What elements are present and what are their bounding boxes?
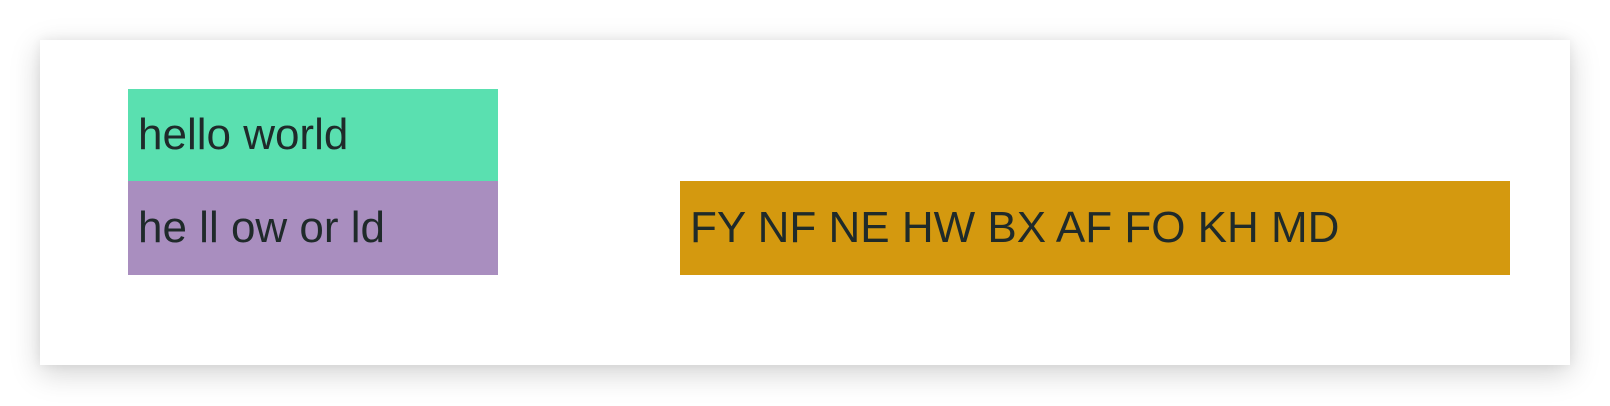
text-box-split-hello-world: he ll ow or ld bbox=[128, 181, 498, 275]
text-box-label: he ll ow or ld bbox=[138, 203, 386, 252]
text-box-label: hello world bbox=[138, 110, 349, 159]
text-box-letter-pairs: FY NF NE HW BX AF FO KH MD bbox=[680, 181, 1510, 275]
white-canvas-panel: hello world he ll ow or ld FY NF NE HW B… bbox=[40, 40, 1570, 365]
text-box-label: FY NF NE HW BX AF FO KH MD bbox=[690, 203, 1340, 252]
text-box-hello-world: hello world bbox=[128, 89, 498, 181]
